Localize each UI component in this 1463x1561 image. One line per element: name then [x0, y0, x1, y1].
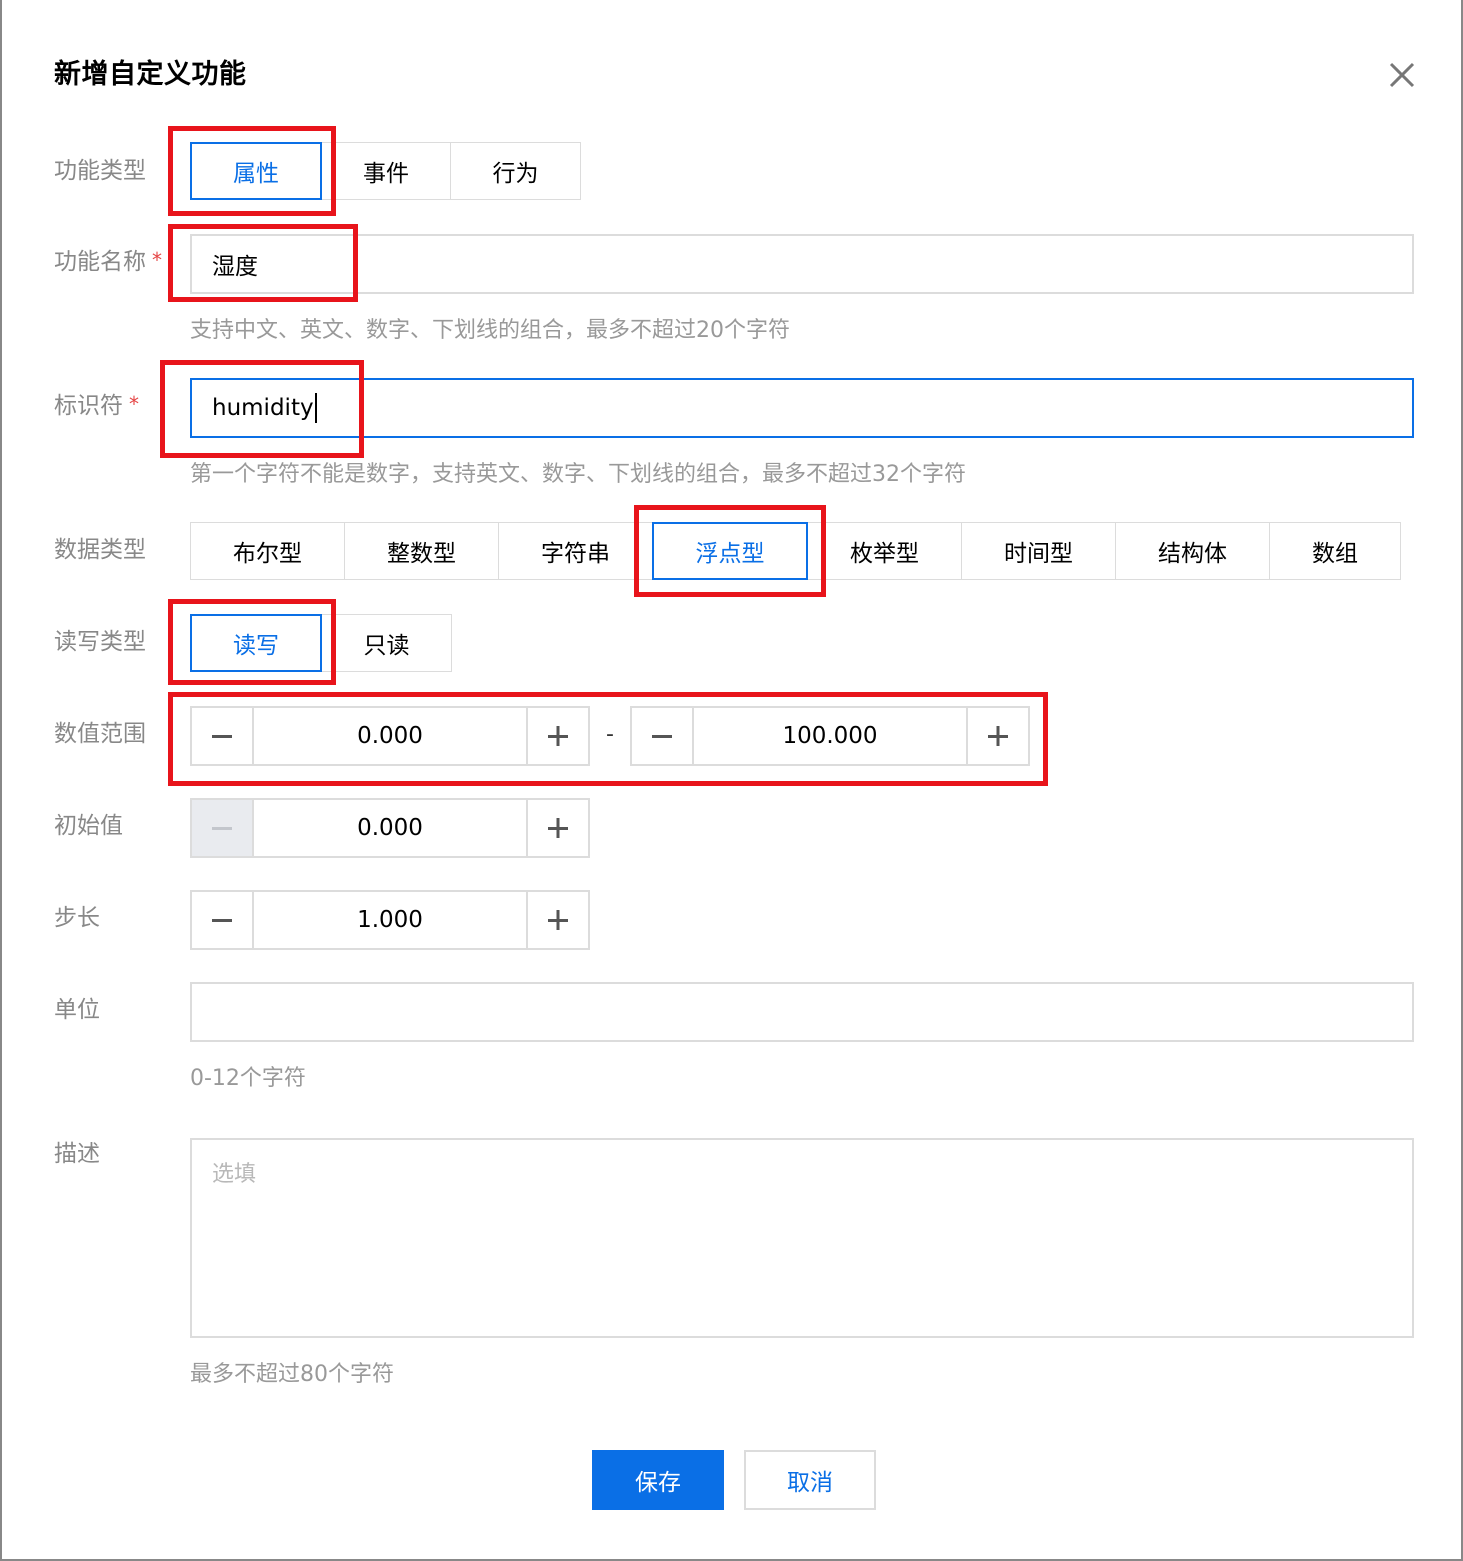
range-max-value[interactable]: 100.000 [694, 708, 966, 764]
data-type-option-time[interactable]: 时间型 [962, 523, 1116, 579]
range-min-stepper: 0.000 [190, 706, 590, 766]
initial-value-stepper: 0.000 [190, 798, 590, 858]
rw-type-segmented: 读写 只读 [190, 614, 452, 672]
close-icon[interactable] [1385, 58, 1419, 92]
plus-icon [988, 726, 1008, 746]
identifier-hint: 第一个字符不能是数字，支持英文、数字、下划线的组合，最多不超过32个字符 [190, 462, 966, 487]
step-label: 步长 [54, 905, 100, 931]
initial-value-decrement-button[interactable] [192, 800, 254, 856]
unit-label: 单位 [54, 997, 100, 1023]
rw-type-label: 读写类型 [54, 629, 146, 655]
identifier-input[interactable]: humidity [190, 378, 1414, 438]
minus-icon [212, 735, 232, 738]
rw-type-option-readwrite[interactable]: 读写 [190, 614, 322, 672]
minus-icon [212, 827, 232, 830]
range-min-decrement-button[interactable] [192, 708, 254, 764]
required-mark: * [152, 248, 162, 272]
data-type-option-struct[interactable]: 结构体 [1116, 523, 1270, 579]
data-type-option-string[interactable]: 字符串 [499, 523, 653, 579]
description-placeholder: 选填 [212, 1162, 257, 1187]
range-separator: - [606, 722, 614, 747]
data-type-option-enum[interactable]: 枚举型 [808, 523, 962, 579]
description-label: 描述 [54, 1141, 100, 1167]
value-range-label: 数值范围 [54, 721, 146, 747]
data-type-option-int[interactable]: 整数型 [345, 523, 499, 579]
initial-value-value[interactable]: 0.000 [254, 800, 526, 856]
range-max-increment-button[interactable] [966, 708, 1028, 764]
cancel-button[interactable]: 取消 [744, 1450, 876, 1510]
function-type-option-action[interactable]: 行为 [451, 143, 580, 199]
plus-icon [548, 818, 568, 838]
minus-icon [212, 919, 232, 922]
function-type-option-property[interactable]: 属性 [190, 142, 322, 200]
function-name-hint: 支持中文、英文、数字、下划线的组合，最多不超过20个字符 [190, 318, 790, 343]
data-type-option-bool[interactable]: 布尔型 [191, 523, 345, 579]
data-type-segmented: 布尔型 整数型 字符串 浮点型 枚举型 时间型 结构体 数组 [190, 522, 1401, 580]
step-value[interactable]: 1.000 [254, 892, 526, 948]
unit-input[interactable] [190, 982, 1414, 1042]
initial-value-label: 初始值 [54, 813, 123, 839]
minus-icon [652, 735, 672, 738]
range-min-increment-button[interactable] [526, 708, 588, 764]
identifier-label: 标识符 * [54, 392, 139, 419]
initial-value-increment-button[interactable] [526, 800, 588, 856]
function-type-segmented: 属性 事件 行为 [190, 142, 581, 200]
function-name-input[interactable]: 湿度 [190, 234, 1414, 294]
function-name-value: 湿度 [212, 254, 258, 280]
identifier-value: humidity [212, 395, 314, 421]
step-decrement-button[interactable] [192, 892, 254, 948]
dialog-title: 新增自定义功能 [54, 59, 247, 90]
data-type-option-float[interactable]: 浮点型 [652, 522, 808, 580]
plus-icon [548, 726, 568, 746]
rw-type-option-readonly[interactable]: 只读 [322, 615, 451, 671]
function-type-label: 功能类型 [54, 158, 146, 184]
description-textarea[interactable]: 选填 [190, 1138, 1414, 1338]
save-button[interactable]: 保存 [592, 1450, 724, 1510]
dialog: 新增自定义功能 功能类型 属性 事件 行为 功能名称 * 湿度 支持中文、英文、数… [0, 0, 1463, 1561]
step-increment-button[interactable] [526, 892, 588, 948]
step-stepper: 1.000 [190, 890, 590, 950]
range-min-value[interactable]: 0.000 [254, 708, 526, 764]
description-hint: 最多不超过80个字符 [190, 1362, 394, 1387]
data-type-label: 数据类型 [54, 537, 146, 563]
plus-icon [548, 910, 568, 930]
required-mark: * [129, 392, 139, 416]
function-type-option-event[interactable]: 事件 [322, 143, 451, 199]
range-max-stepper: 100.000 [630, 706, 1030, 766]
function-name-label: 功能名称 * [54, 248, 162, 275]
data-type-option-array[interactable]: 数组 [1270, 523, 1400, 579]
range-max-decrement-button[interactable] [632, 708, 694, 764]
text-caret [314, 393, 317, 423]
unit-hint: 0-12个字符 [190, 1066, 306, 1091]
